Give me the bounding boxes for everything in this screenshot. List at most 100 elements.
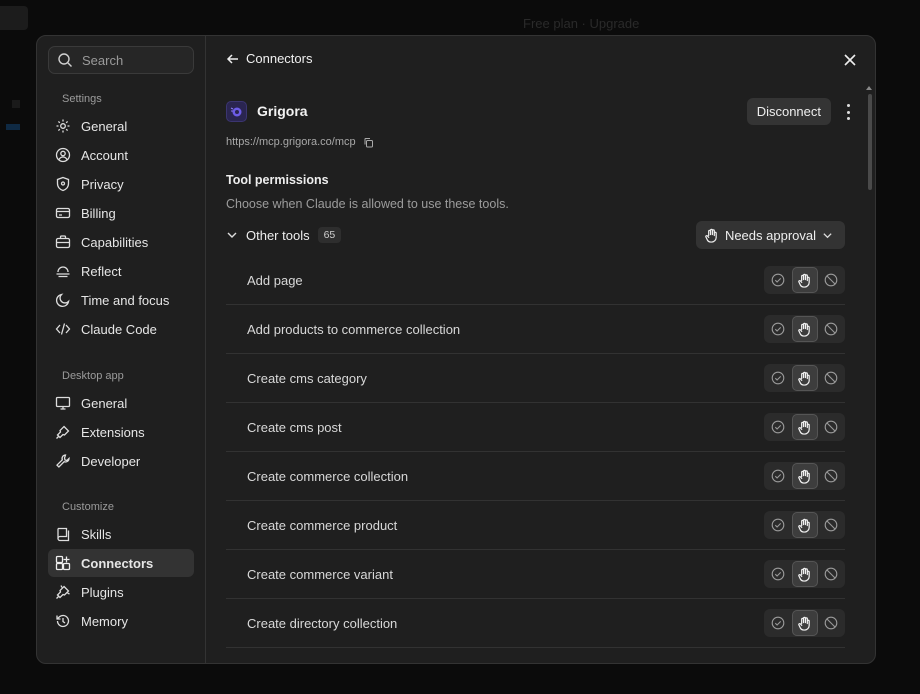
allow-always-icon[interactable] <box>765 463 791 489</box>
connectors-icon <box>55 555 71 571</box>
sidebar-item-label: Capabilities <box>81 234 149 250</box>
close-icon[interactable] <box>843 53 857 67</box>
connector-content: Grigora Disconnect https://mcp.grigora.c… <box>206 86 875 663</box>
allow-always-icon[interactable] <box>765 512 791 538</box>
needs-approval-icon[interactable] <box>791 267 818 293</box>
block-icon[interactable] <box>818 561 844 587</box>
allow-always-icon[interactable] <box>765 414 791 440</box>
tool-name: Create commerce variant <box>247 566 393 582</box>
briefcase-icon <box>55 234 71 250</box>
sidebar-item-developer[interactable]: Developer <box>48 447 194 475</box>
tool-name: Create directory collection <box>247 615 398 631</box>
block-icon[interactable] <box>818 610 844 636</box>
settings-sidebar: Settings General Account Privacy Billing Capa… <box>37 36 206 663</box>
sidebar-item-label: Time and focus <box>81 292 170 308</box>
code-icon <box>55 321 71 337</box>
book-icon <box>55 526 71 542</box>
grigora-logo-icon <box>230 107 242 116</box>
block-icon[interactable] <box>818 365 844 391</box>
hand-icon <box>705 228 717 243</box>
needs-approval-icon[interactable] <box>791 316 818 342</box>
allow-always-icon[interactable] <box>765 267 791 293</box>
needs-approval-icon[interactable] <box>791 463 818 489</box>
gear-icon <box>55 118 71 134</box>
allow-always-icon[interactable] <box>765 365 791 391</box>
sidebar-item-label: Developer <box>81 453 141 469</box>
plug-icon <box>55 584 71 600</box>
tool-row: Add page <box>226 256 845 305</box>
search-box[interactable] <box>48 46 194 74</box>
disconnect-button[interactable]: Disconnect <box>746 98 831 125</box>
background-window-control <box>0 6 28 30</box>
sidebar-item-label: Memory <box>81 613 128 629</box>
tool-row: Create cms category <box>226 354 845 403</box>
sidebar-item-reflect[interactable]: Reflect <box>48 257 194 285</box>
tool-name: Add page <box>247 272 303 288</box>
credit-card-icon <box>55 205 71 221</box>
sidebar-item-connectors[interactable]: Connectors <box>48 549 194 577</box>
approval-label: Needs approval <box>724 227 816 243</box>
needs-approval-icon[interactable] <box>791 512 818 538</box>
permission-selector <box>764 609 845 637</box>
sidebar-item-time-and-focus[interactable]: Time and focus <box>48 286 194 314</box>
group-approval-dropdown[interactable]: Needs approval <box>695 221 845 249</box>
sidebar-item-account[interactable]: Account <box>48 141 194 169</box>
monitor-icon <box>55 395 71 411</box>
search-input[interactable] <box>82 52 182 68</box>
permission-selector <box>764 560 845 588</box>
sidebar-item-label: Billing <box>81 205 116 221</box>
connector-logo <box>226 100 247 122</box>
sidebar-section-title: Desktop app <box>62 370 124 382</box>
block-icon[interactable] <box>818 512 844 538</box>
tool-list: Add page Add products to commerce collect… <box>226 256 845 648</box>
sidebar-item-label: Skills <box>81 526 112 542</box>
connector-name: Grigora <box>257 103 308 119</box>
block-icon[interactable] <box>818 463 844 489</box>
allow-always-icon[interactable] <box>765 561 791 587</box>
sidebar-item-extensions[interactable]: Extensions <box>48 418 194 446</box>
block-icon[interactable] <box>818 316 844 342</box>
allow-always-icon[interactable] <box>765 610 791 636</box>
sidebar-item-label: General <box>81 118 128 134</box>
background-decoration <box>6 124 20 130</box>
needs-approval-icon[interactable] <box>791 610 818 636</box>
tool-row: Create cms post <box>226 403 845 452</box>
search-icon <box>58 53 72 67</box>
sidebar-section-title: Customize <box>62 501 114 513</box>
tool-name: Add products to commerce collection <box>247 321 461 337</box>
tool-row: Create commerce collection <box>226 452 845 501</box>
back-to-connectors[interactable]: Connectors <box>226 51 312 66</box>
background-plan-text: Free plan · Upgrade <box>523 16 640 31</box>
user-circle-icon <box>55 147 71 163</box>
tool-group-label: Other tools <box>246 227 310 243</box>
plug-icon <box>55 424 71 440</box>
sidebar-item-general[interactable]: General <box>48 112 194 140</box>
sidebar-item-billing[interactable]: Billing <box>48 199 194 227</box>
tool-row: Create directory collection <box>226 599 845 648</box>
needs-approval-icon[interactable] <box>791 414 818 440</box>
connector-url-row: https://mcp.grigora.co/mcp <box>226 136 374 148</box>
history-icon <box>55 613 71 629</box>
allow-always-icon[interactable] <box>765 316 791 342</box>
sidebar-item-plugins[interactable]: Plugins <box>48 578 194 606</box>
block-icon[interactable] <box>818 267 844 293</box>
permission-selector <box>764 266 845 294</box>
block-icon[interactable] <box>818 414 844 440</box>
needs-approval-icon[interactable] <box>791 365 818 391</box>
tool-group-header[interactable]: Other tools 65 Needs approval <box>226 221 845 249</box>
sidebar-item-label: Connectors <box>81 555 154 571</box>
copy-icon[interactable] <box>363 137 374 148</box>
permission-selector <box>764 364 845 392</box>
sidebar-item-memory[interactable]: Memory <box>48 607 194 635</box>
sidebar-item-skills[interactable]: Skills <box>48 520 194 548</box>
sidebar-item-general[interactable]: General <box>48 389 194 417</box>
permission-selector <box>764 462 845 490</box>
sidebar-item-label: Plugins <box>81 584 124 600</box>
sidebar-item-claude-code[interactable]: Claude Code <box>48 315 194 343</box>
permission-selector <box>764 511 845 539</box>
more-options-icon[interactable] <box>841 104 855 120</box>
sidebar-item-capabilities[interactable]: Capabilities <box>48 228 194 256</box>
sidebar-item-privacy[interactable]: Privacy <box>48 170 194 198</box>
tool-permissions-description: Choose when Claude is allowed to use the… <box>226 197 509 211</box>
needs-approval-icon[interactable] <box>791 561 818 587</box>
